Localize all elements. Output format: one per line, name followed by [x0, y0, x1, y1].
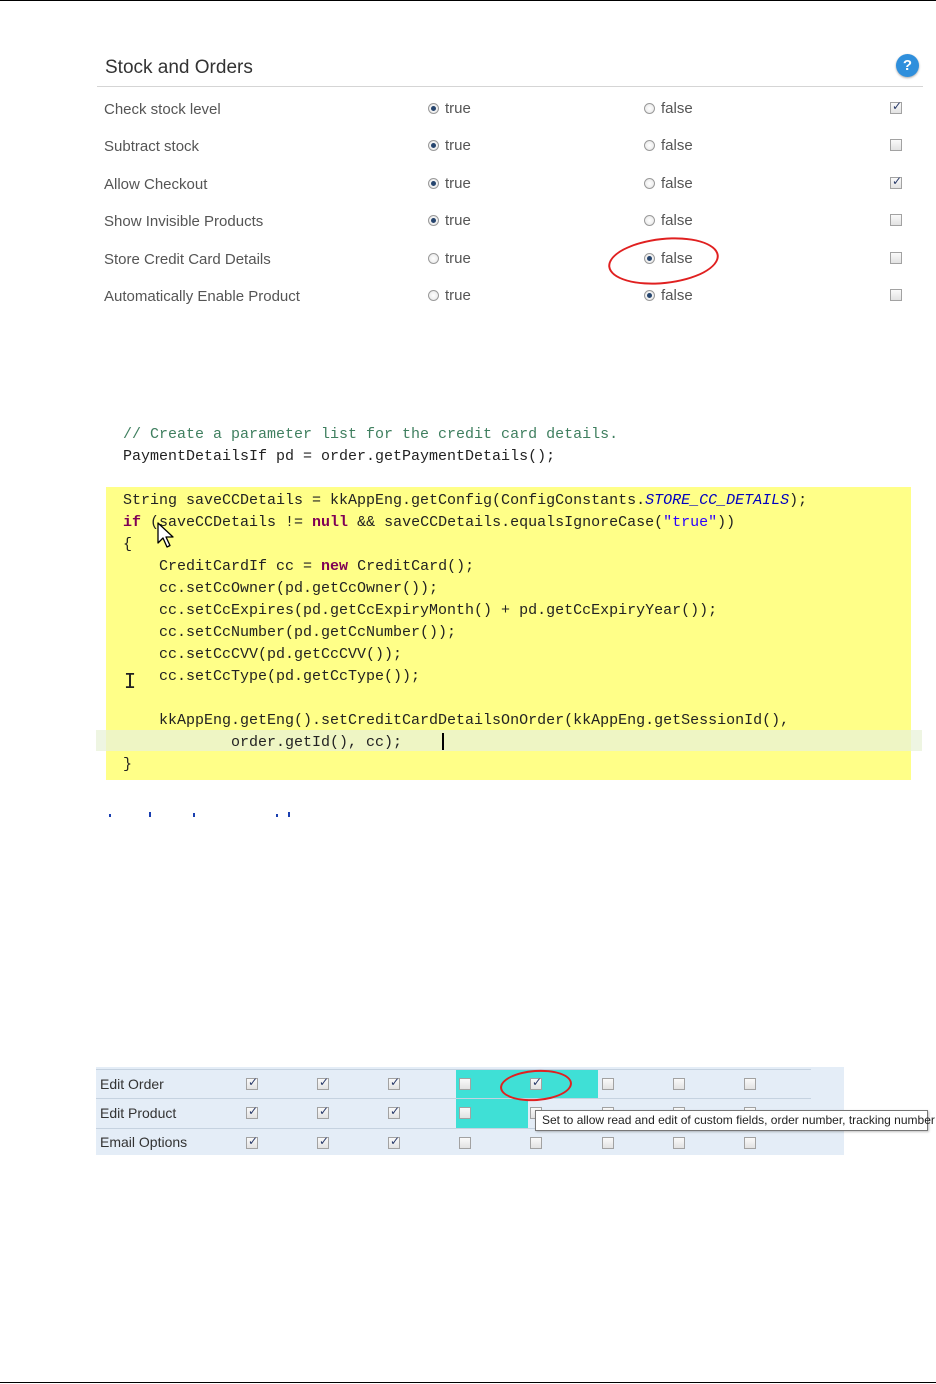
radio-button[interactable]	[644, 178, 655, 189]
radio-label: true	[445, 175, 471, 192]
radio-label: true	[445, 137, 471, 154]
radio-button[interactable]	[428, 140, 439, 151]
permission-label-edit-product: Edit Product	[100, 1105, 177, 1121]
radio-label: true	[445, 250, 471, 267]
code-line: cc.setCcType(pd.getCcType());	[123, 668, 421, 685]
code-line: kkAppEng.getEng().setCreditCardDetailsOn…	[123, 712, 790, 729]
true-radio-option[interactable]: true	[428, 212, 471, 229]
false-radio-option[interactable]: false	[644, 137, 693, 154]
truncated-text-fragment	[109, 812, 290, 817]
radio-button[interactable]	[428, 290, 439, 301]
true-radio-option[interactable]: true	[428, 175, 471, 192]
page-bottom-rule	[0, 1382, 936, 1383]
permission-label-email-options: Email Options	[100, 1134, 188, 1150]
tooltip: Set to allow read and edit of custom fie…	[535, 1110, 935, 1131]
permission-checkbox[interactable]	[317, 1075, 329, 1090]
radio-label: false	[661, 175, 693, 192]
radio-button[interactable]	[428, 103, 439, 114]
code-line: if (saveCCDetails != null && saveCCDetai…	[123, 514, 736, 531]
permission-checkbox[interactable]	[744, 1078, 756, 1090]
false-radio-option[interactable]: false	[644, 212, 693, 229]
row-label: Store Credit Card Details	[104, 251, 271, 268]
true-radio-option[interactable]: true	[428, 250, 471, 267]
config-row-store-credit-card-details: Store Credit Card Details true false	[0, 245, 936, 275]
permission-checkbox[interactable]	[602, 1078, 614, 1090]
code-line: String saveCCDetails = kkAppEng.getConfi…	[123, 492, 808, 509]
row-checkbox[interactable]	[890, 174, 902, 189]
code-line: CreditCardIf cc = new CreditCard();	[123, 558, 475, 575]
permission-checkbox[interactable]	[744, 1137, 756, 1149]
code-line: PaymentDetailsIf pd = order.getPaymentDe…	[123, 448, 556, 465]
false-radio-option[interactable]: false	[644, 287, 693, 304]
radio-label: true	[445, 212, 471, 229]
radio-button[interactable]	[644, 140, 655, 151]
permission-checkbox[interactable]	[388, 1075, 400, 1090]
code-line: cc.setCcNumber(pd.getCcNumber());	[123, 624, 457, 641]
permission-checkbox[interactable]	[459, 1107, 471, 1119]
permission-checkbox[interactable]	[246, 1134, 258, 1149]
permission-checkbox[interactable]	[317, 1134, 329, 1149]
radio-button[interactable]	[428, 253, 439, 264]
permission-checkbox[interactable]	[388, 1104, 400, 1119]
true-radio-option[interactable]: true	[428, 100, 471, 117]
radio-label: false	[661, 212, 693, 229]
radio-label: true	[445, 100, 471, 117]
radio-button[interactable]	[428, 215, 439, 226]
question-mark-icon[interactable]: ?	[896, 54, 919, 77]
row-checkbox[interactable]	[890, 139, 902, 151]
false-radio-option[interactable]: false	[644, 175, 693, 192]
config-row-automatically-enable-product: Automatically Enable Product true false	[0, 282, 936, 312]
row-checkbox[interactable]	[890, 99, 902, 114]
row-checkbox[interactable]	[890, 252, 902, 264]
row-label: Check stock level	[104, 101, 221, 118]
radio-button[interactable]	[644, 215, 655, 226]
text-caret	[442, 733, 444, 750]
permission-checkbox[interactable]	[246, 1075, 258, 1090]
row-label: Allow Checkout	[104, 176, 208, 193]
row-divider	[96, 1069, 811, 1070]
row-label: Show Invisible Products	[104, 213, 264, 230]
true-radio-option[interactable]: true	[428, 137, 471, 154]
permission-checkbox[interactable]	[530, 1137, 542, 1149]
radio-button[interactable]	[644, 290, 655, 301]
panel-divider	[97, 86, 923, 87]
row-label: Automatically Enable Product	[104, 288, 300, 305]
code-line: cc.setCcCVV(pd.getCcCVV());	[123, 646, 403, 663]
row-label: Subtract stock	[104, 138, 200, 155]
row-divider	[96, 1098, 811, 1099]
radio-label: false	[661, 100, 693, 117]
mouse-pointer-icon	[157, 522, 174, 548]
permission-checkbox[interactable]	[459, 1137, 471, 1149]
ibeam-cursor-icon: I	[124, 669, 137, 693]
radio-label: false	[661, 287, 693, 304]
radio-button[interactable]	[428, 178, 439, 189]
permission-checkbox[interactable]	[673, 1137, 685, 1149]
radio-button[interactable]	[644, 103, 655, 114]
row-checkbox[interactable]	[890, 214, 902, 226]
permission-checkbox[interactable]	[246, 1104, 258, 1119]
config-row-subtract-stock: Subtract stock true false	[0, 132, 936, 162]
radio-label: true	[445, 287, 471, 304]
permission-checkbox[interactable]	[459, 1078, 471, 1090]
config-row-show-invisible-products: Show Invisible Products true false	[0, 207, 936, 237]
code-comment-line: // Create a parameter list for the credi…	[123, 426, 619, 443]
radio-label: false	[661, 137, 693, 154]
true-radio-option[interactable]: true	[428, 287, 471, 304]
code-line: cc.setCcOwner(pd.getCcOwner());	[123, 580, 439, 597]
config-row-check-stock-level: Check stock level true false	[0, 95, 936, 125]
false-radio-option[interactable]: false	[644, 100, 693, 117]
permission-checkbox[interactable]	[602, 1137, 614, 1149]
page-top-rule	[0, 0, 936, 1]
code-line: }	[123, 756, 133, 773]
code-line: order.getId(), cc);	[123, 734, 403, 751]
code-line: {	[123, 536, 133, 553]
permission-checkbox[interactable]	[673, 1078, 685, 1090]
permission-checkbox[interactable]	[388, 1134, 400, 1149]
permission-checkbox[interactable]	[317, 1104, 329, 1119]
row-checkbox[interactable]	[890, 289, 902, 301]
config-row-allow-checkout: Allow Checkout true false	[0, 170, 936, 200]
panel-title: Stock and Orders	[105, 57, 253, 78]
permission-label-edit-order: Edit Order	[100, 1076, 164, 1092]
code-line: cc.setCcExpires(pd.getCcExpiryMonth() + …	[123, 602, 718, 619]
